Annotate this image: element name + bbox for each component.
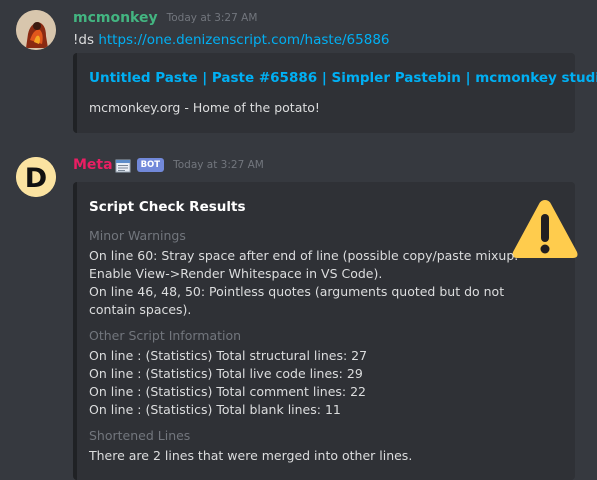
bot-badge: BOT <box>136 158 165 172</box>
command-text: !ds <box>73 32 95 48</box>
field-line: On line : (Statistics) Total structural … <box>89 348 368 363</box>
script-check-embed: Script Check Results Minor Warnings On l… <box>73 182 578 480</box>
chat-messages: mcmonkey Today at 3:27 AM !ds https://on… <box>0 0 597 480</box>
message-content: !ds https://one.denizenscript.com/haste/… <box>73 30 589 50</box>
field-line: On line : (Statistics) Total live code l… <box>89 366 363 381</box>
notepad-icon <box>115 158 131 173</box>
field-line: contain spaces). <box>89 302 192 317</box>
field-name-other-info: Other Script Information <box>89 328 242 343</box>
field-line: Enable View->Render Whitespace in VS Cod… <box>89 266 383 281</box>
embed-title: Script Check Results <box>89 199 246 215</box>
field-name-shortened-lines: Shortened Lines <box>89 428 191 443</box>
field-line: There are 2 lines that were merged into … <box>89 448 413 463</box>
username[interactable]: mcmonkey <box>73 10 158 26</box>
embed-title[interactable]: Untitled Paste | Paste #65886 | Simpler … <box>89 70 597 86</box>
field-line: On line 46, 48, 50: Pointless quotes (ar… <box>89 284 505 299</box>
warning-icon <box>509 196 581 262</box>
avatar[interactable]: D <box>16 157 56 197</box>
paste-link[interactable]: https://one.denizenscript.com/haste/6588… <box>98 32 389 48</box>
timestamp: Today at 3:27 AM <box>173 159 264 171</box>
field-line: On line 60: Stray space after end of lin… <box>89 248 519 263</box>
field-line: On line : (Statistics) Total blank lines… <box>89 402 341 417</box>
svg-text:D: D <box>25 163 47 194</box>
field-line: On line : (Statistics) Total comment lin… <box>89 384 367 399</box>
username[interactable]: Meta <box>73 157 113 173</box>
avatar[interactable] <box>16 10 56 50</box>
link-embed: Untitled Paste | Paste #65886 | Simpler … <box>73 53 597 133</box>
timestamp: Today at 3:27 AM <box>166 12 258 24</box>
embed-description: mcmonkey.org - Home of the potato! <box>89 100 320 115</box>
field-name-minor-warnings: Minor Warnings <box>89 228 186 243</box>
